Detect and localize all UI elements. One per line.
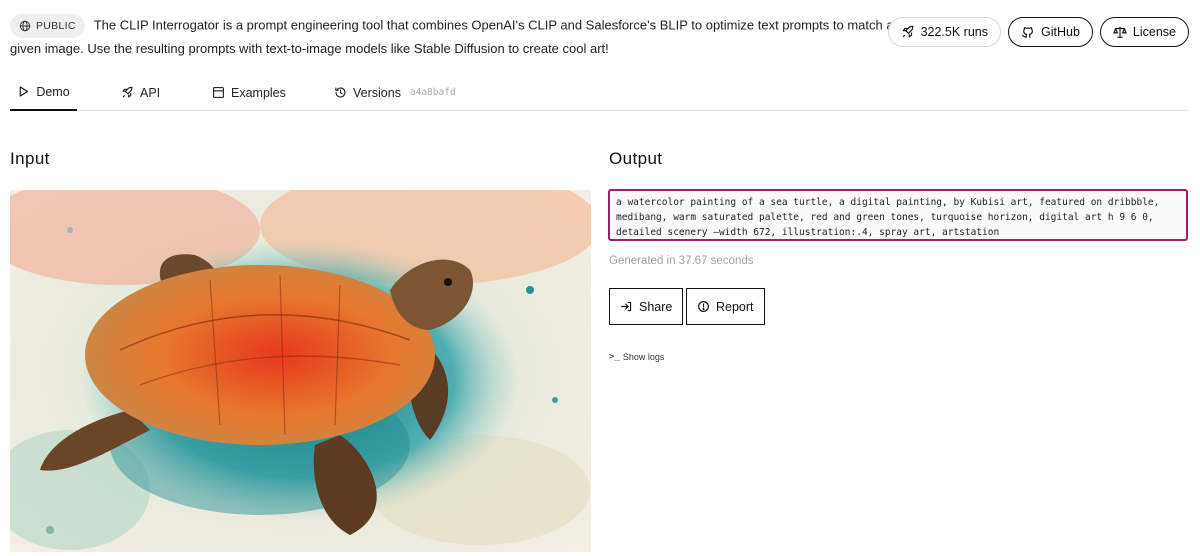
tab-api[interactable]: API [120, 74, 161, 111]
model-description: PUBLIC The CLIP Interrogator is a prompt… [10, 14, 900, 60]
license-label: License [1132, 25, 1176, 39]
show-logs-label: Show logs [622, 352, 665, 362]
show-logs-toggle[interactable]: >_ Show logs [609, 352, 664, 362]
github-button[interactable]: GitHub [1008, 17, 1093, 47]
rocket-icon [902, 25, 913, 38]
rocket-icon [122, 86, 133, 98]
description-text: The CLIP Interrogator is a prompt engine… [10, 17, 894, 56]
github-icon [1022, 27, 1033, 38]
alert-circle-icon [698, 301, 709, 312]
report-label: Report [716, 299, 754, 314]
share-button[interactable]: Share [609, 288, 684, 325]
generation-time: Generated in 37.67 seconds [609, 255, 754, 267]
input-heading: Input [10, 149, 50, 168]
scale-icon [1113, 26, 1127, 38]
gallery-icon [213, 87, 224, 98]
tab-versions[interactable]: Versions a4a8bafd [333, 74, 457, 111]
header-actions: 322.5K runs GitHub License [887, 17, 1189, 47]
share-label: Share [639, 299, 673, 314]
version-hash: a4a8bafd [409, 87, 456, 98]
play-icon [20, 86, 29, 97]
tab-label: Versions [353, 85, 401, 100]
tab-examples[interactable]: Examples [211, 74, 287, 111]
output-heading: Output [609, 149, 663, 168]
tab-label: API [140, 85, 161, 100]
visibility-badge: PUBLIC [10, 14, 85, 38]
tab-bar: Demo API Examples Versions a4a8bafd [10, 74, 1188, 111]
license-button[interactable]: License [1099, 17, 1189, 47]
input-image[interactable] [10, 190, 591, 552]
tab-demo[interactable]: Demo [10, 74, 77, 111]
sea-turtle-watercolor-image [10, 190, 591, 552]
runs-counter: 322.5K runs [887, 17, 1001, 47]
badge-label: PUBLIC [36, 20, 76, 32]
runs-label: 322.5K runs [920, 25, 988, 39]
terminal-icon: >_ [609, 352, 620, 362]
report-button[interactable]: Report [686, 288, 765, 325]
github-label: GitHub [1041, 25, 1080, 39]
globe-icon [19, 20, 31, 32]
share-icon [621, 301, 632, 312]
history-icon [335, 87, 346, 98]
tab-label: Demo [36, 84, 70, 99]
output-text-box[interactable]: a watercolor painting of a sea turtle, a… [608, 189, 1188, 241]
tab-label: Examples [231, 85, 286, 100]
